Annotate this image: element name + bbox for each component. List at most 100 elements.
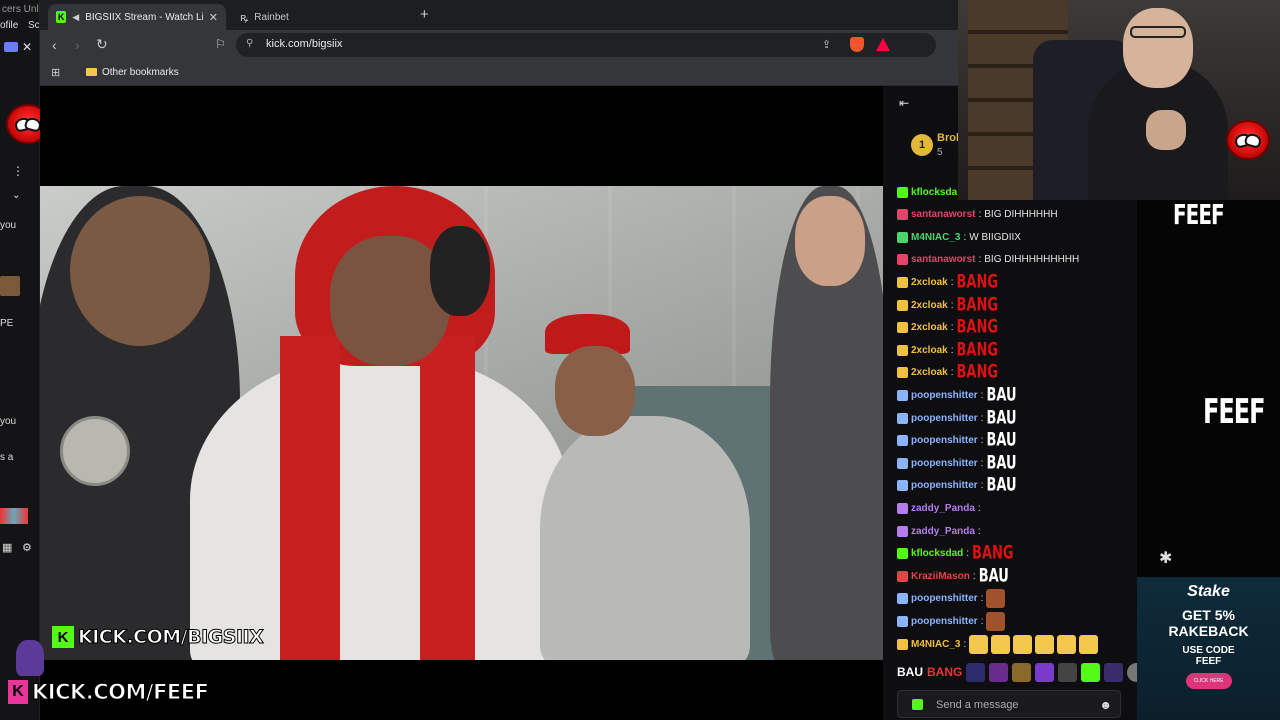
chat-emote[interactable]: BANG [972,543,1014,564]
bookmarks-bar: ⊞ Other bookmarks [40,60,958,86]
chat-message: 2xcloak: BANG [897,271,998,293]
chat-emote[interactable] [991,634,1011,654]
chat-username[interactable]: 2xcloak [911,367,948,378]
user-badge-icon [897,322,908,334]
emoji-picker-icon[interactable]: ☻ [1099,698,1112,712]
chat-input[interactable]: Send a message ☻ [897,690,1121,718]
emote-bau[interactable]: BAU [897,665,923,679]
kick-video-text: KICK.COM/BIGSIIX [77,626,264,649]
chat-username[interactable]: 2xcloak [911,322,948,333]
chat-username[interactable]: santanaworst [911,209,975,220]
app-icon[interactable] [4,42,18,52]
chat-message: KraziiMason: BAU [897,565,1009,587]
chat-username[interactable]: poopenshitter [911,435,978,446]
video-player[interactable]: K KICK.COM/BIGSIIX [40,86,883,720]
chat-username[interactable]: zaddy_Panda [911,526,975,537]
chat-username[interactable]: poopenshitter [911,616,978,627]
avatar [0,276,20,296]
ad-line1: GET 5% [1182,607,1235,623]
chat-username[interactable]: poopenshitter [911,593,978,604]
emote-demon[interactable] [1035,662,1055,682]
chat-emote[interactable]: BANG [956,272,998,293]
chat-username[interactable]: poopenshitter [911,458,978,469]
chat-username[interactable]: santanaworst [911,254,975,265]
chat-emote[interactable]: BANG [956,362,998,383]
tab-bigsiix-stream[interactable]: K ◀ BIGSIIX Stream - Watch Live o ✕ [48,4,226,30]
chat-emote[interactable] [969,634,989,654]
bg-text: Sc [28,20,40,31]
bookmark-icon[interactable]: ⚐ [215,37,226,51]
apps-grid-icon[interactable]: ⊞ [51,66,60,79]
emote-w[interactable] [966,662,986,682]
close-tab-icon[interactable]: ✕ [209,11,218,24]
ad-cta-button[interactable]: CLICK HERE [1185,673,1232,689]
kick-favicon-icon: K [56,11,67,23]
user-badge-icon [897,638,908,650]
chat-username[interactable]: 2xcloak [911,277,948,288]
chat-emote[interactable]: BAU [986,385,1016,406]
tab-bar: K ◀ BIGSIIX Stream - Watch Live o ✕ ꝶ Ra… [40,0,958,30]
rewards-icon[interactable] [876,38,890,51]
emote-purple[interactable] [1104,662,1124,682]
emote-face[interactable] [1012,662,1032,682]
user-badge-icon [897,389,908,401]
chat-username[interactable]: poopenshitter [911,413,978,424]
emote-green-w[interactable] [1081,662,1101,682]
chat-emote[interactable] [1057,634,1077,654]
chat-emote[interactable]: BANG [956,295,998,316]
kick-feef-text: KICK.COM/FEEF [31,680,209,705]
chat-username[interactable]: M4NIAC_3 [911,639,960,650]
chat-emote[interactable]: BAU [986,408,1016,429]
user-badge-icon [897,480,908,492]
chat-emote[interactable]: BAU [986,453,1016,474]
reload-icon[interactable]: ↻ [96,36,108,53]
new-tab-button[interactable]: + [420,6,429,23]
tab-rainbet[interactable]: ꝶ Rainbet [232,4,412,30]
chat-separator: : [978,254,982,266]
chat-username[interactable]: 2xcloak [911,345,948,356]
share-icon[interactable]: ⇪ [822,38,831,51]
chat-username[interactable]: kflocksda [911,187,957,198]
chat-emote[interactable] [1035,634,1055,654]
chat-message: 2xcloak: BANG [897,339,998,361]
calendar-icon[interactable]: ▦ [2,541,12,554]
ad-line3: USE CODE [1182,645,1235,656]
chat-emote[interactable] [986,589,1006,609]
chat-username[interactable]: poopenshitter [911,480,978,491]
chat-emote[interactable]: BANG [956,317,998,338]
emote-bang[interactable]: BANG [927,665,962,679]
chat-emote[interactable]: BAU [986,475,1016,496]
chat-username[interactable]: M4NIAC_3 [911,232,960,243]
chat-username[interactable]: 2xcloak [911,300,948,311]
chat-username[interactable]: poopenshitter [911,390,978,401]
stream-video-frame[interactable]: K KICK.COM/BIGSIIX [40,186,883,660]
close-icon[interactable]: ✕ [22,40,32,54]
back-arrow-icon[interactable]: ‹ [52,37,57,53]
chat-emote[interactable] [1013,634,1033,654]
collapse-chat-icon[interactable]: ⇤ [899,96,909,110]
chat-username[interactable]: KraziiMason [911,571,970,582]
chat-emote[interactable]: BANG [956,340,998,361]
cat-mascot [16,640,44,676]
emote-w-purple[interactable] [989,662,1009,682]
chat-emote[interactable] [1079,634,1099,654]
site-info-icon[interactable]: ⚲ [246,38,253,49]
chevron-down-icon[interactable]: ⌄ [12,190,20,201]
chat-separator: : [950,344,954,356]
chat-message: poopenshitter: BAU [897,475,1017,497]
bg-text: you [0,416,17,427]
chat-emote[interactable] [986,611,1006,631]
more-icon[interactable]: ⋮ [12,164,24,178]
chat-separator: : [950,367,954,379]
chat-separator: : [963,231,967,243]
chat-username[interactable]: kflocksdad [911,548,963,559]
emote-person[interactable] [1058,662,1078,682]
gear-icon[interactable]: ⚙ [22,541,32,554]
chat-emote[interactable]: BAU [979,566,1009,587]
brave-shield-icon[interactable] [850,37,864,52]
bookmark-folder[interactable]: Other bookmarks [86,67,179,78]
forward-arrow-icon[interactable]: › [75,37,80,53]
chat-username[interactable]: zaddy_Panda [911,503,975,514]
chat-emote[interactable]: BAU [986,430,1016,451]
stake-ad[interactable]: Stake GET 5% RAKEBACK USE CODE FEEF CLIC… [1137,577,1280,720]
